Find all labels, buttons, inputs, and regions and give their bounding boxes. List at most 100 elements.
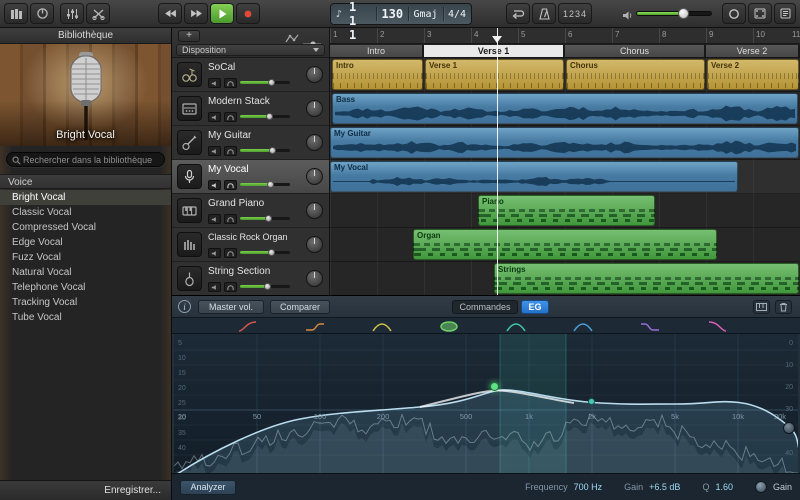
patch-item[interactable]: Edge Vocal: [0, 235, 171, 250]
eq-band-bell-icon[interactable]: [573, 321, 593, 332]
loop-browser-button[interactable]: [722, 3, 746, 24]
frequency-value[interactable]: 700 Hz: [574, 482, 603, 492]
eq-band-bell-icon[interactable]: [506, 321, 526, 332]
media-browser-button[interactable]: [748, 3, 772, 24]
pan-knob[interactable]: [306, 66, 323, 83]
notes-button[interactable]: [774, 3, 796, 24]
region-my-guitar[interactable]: My Guitar: [330, 127, 799, 158]
solo-button[interactable]: [224, 146, 237, 156]
region-bass[interactable]: Bass: [332, 93, 798, 124]
track-volume-slider[interactable]: [240, 215, 290, 222]
track-volume-slider[interactable]: [240, 249, 290, 256]
analyzer-button[interactable]: Analyzer: [180, 480, 236, 495]
playhead-marker[interactable]: [492, 36, 502, 43]
patch-item[interactable]: Fuzz Vocal: [0, 250, 171, 265]
play-button[interactable]: [210, 3, 234, 24]
track-volume-slider[interactable]: [240, 147, 290, 154]
gain-value[interactable]: +6.5 dB: [649, 482, 680, 492]
trash-icon[interactable]: [775, 300, 792, 314]
eq-band-point[interactable]: [588, 398, 595, 405]
solo-button[interactable]: [224, 78, 237, 88]
region-drums-chorus[interactable]: Chorus: [566, 59, 705, 90]
track-volume-slider[interactable]: [240, 181, 290, 188]
pan-knob[interactable]: [306, 202, 323, 219]
eq-band-highpass-icon[interactable]: [238, 321, 258, 332]
mute-button[interactable]: [208, 180, 221, 190]
cycle-button[interactable]: [506, 3, 530, 24]
solo-button[interactable]: [224, 214, 237, 224]
patch-item[interactable]: Compressed Vocal: [0, 220, 171, 235]
pan-knob[interactable]: [306, 100, 323, 117]
q-value[interactable]: 1.60: [715, 482, 733, 492]
solo-button[interactable]: [224, 112, 237, 122]
track-header-classic-rock-organ[interactable]: Classic Rock Organ: [172, 228, 329, 262]
tab-eq[interactable]: EG: [521, 300, 549, 314]
eq-band-bell-icon[interactable]: [372, 321, 392, 332]
eq-band-lowshelf-icon[interactable]: [305, 321, 325, 332]
time-ruler[interactable]: 1 2 3 4 5 6 7 8 9 10 11: [330, 28, 800, 44]
patch-item[interactable]: Bright Vocal: [0, 190, 171, 205]
region-organ[interactable]: Organ: [413, 229, 717, 260]
pan-knob[interactable]: [306, 270, 323, 287]
track-header-modern-stack[interactable]: Modern Stack: [172, 92, 329, 126]
category-header[interactable]: Voice: [0, 174, 171, 189]
mute-button[interactable]: [208, 112, 221, 122]
master-volume-button[interactable]: Master vol.: [198, 300, 264, 314]
mute-button[interactable]: [208, 146, 221, 156]
arrangement-marker[interactable]: Intro: [330, 45, 424, 57]
patch-item[interactable]: Classic Vocal: [0, 205, 171, 220]
tab-controls[interactable]: Commandes: [452, 300, 518, 314]
track-header-my-vocal[interactable]: My Vocal: [172, 160, 329, 194]
metronome-button[interactable]: [532, 3, 556, 24]
region-drums-verse2[interactable]: Verse 2: [707, 59, 799, 90]
compare-button[interactable]: Comparer: [270, 300, 330, 314]
pan-knob[interactable]: [306, 168, 323, 185]
region-drums-intro[interactable]: Intro: [332, 59, 423, 90]
lcd-display[interactable]: ♪ 5 1 1 1 130 Gmaj 4/4: [330, 0, 472, 42]
search-input[interactable]: [23, 153, 160, 166]
solo-button[interactable]: [224, 248, 237, 258]
mute-button[interactable]: [208, 214, 221, 224]
patch-item[interactable]: Telephone Vocal: [0, 280, 171, 295]
track-header-socal[interactable]: SoCal: [172, 58, 329, 92]
pan-knob[interactable]: [306, 134, 323, 151]
track-volume-slider[interactable]: [240, 283, 290, 290]
eq-output-gain-knob[interactable]: [783, 422, 795, 434]
eq-band-bell-selected-icon[interactable]: [439, 321, 459, 332]
editors-button[interactable]: [86, 3, 110, 24]
mute-button[interactable]: [208, 282, 221, 292]
track-volume-slider[interactable]: [240, 79, 290, 86]
rewind-button[interactable]: [158, 3, 182, 24]
arrangement-marker-selected[interactable]: Verse 1: [424, 45, 565, 57]
forward-button[interactable]: [184, 3, 208, 24]
eq-band-highshelf-icon[interactable]: [640, 321, 660, 332]
eq-band-point-selected[interactable]: [490, 382, 499, 391]
track-header-grand-piano[interactable]: Grand Piano: [172, 194, 329, 228]
region-strings[interactable]: Strings: [494, 263, 799, 294]
inspector-button[interactable]: i: [178, 300, 191, 313]
track-header-my-guitar[interactable]: My Guitar: [172, 126, 329, 160]
solo-button[interactable]: [224, 282, 237, 292]
quick-help-button[interactable]: [30, 3, 54, 24]
library-search[interactable]: [6, 152, 165, 167]
patch-item[interactable]: Tube Vocal: [0, 310, 171, 325]
patch-item[interactable]: Tracking Vocal: [0, 295, 171, 310]
save-patch-button[interactable]: Enregistrer...: [0, 480, 171, 500]
region-my-vocal[interactable]: My Vocal: [330, 161, 738, 192]
mute-button[interactable]: [208, 78, 221, 88]
layout-dropdown[interactable]: Disposition: [176, 44, 325, 56]
library-toggle-button[interactable]: [4, 3, 28, 24]
smart-controls-button[interactable]: [60, 3, 84, 24]
count-in-button[interactable]: 1234: [558, 3, 592, 24]
eq-band-lowpass-icon[interactable]: [707, 321, 727, 332]
playhead[interactable]: [497, 28, 498, 296]
solo-button[interactable]: [224, 180, 237, 190]
keyboard-icon[interactable]: [753, 300, 770, 314]
add-track-button[interactable]: +: [178, 30, 200, 42]
arrangement-marker[interactable]: Verse 2: [706, 45, 800, 57]
track-volume-slider[interactable]: [240, 113, 290, 120]
patch-item[interactable]: Natural Vocal: [0, 265, 171, 280]
output-gain-knob[interactable]: [754, 481, 767, 493]
region-drums-verse1[interactable]: Verse 1: [425, 59, 564, 90]
mute-button[interactable]: [208, 248, 221, 258]
